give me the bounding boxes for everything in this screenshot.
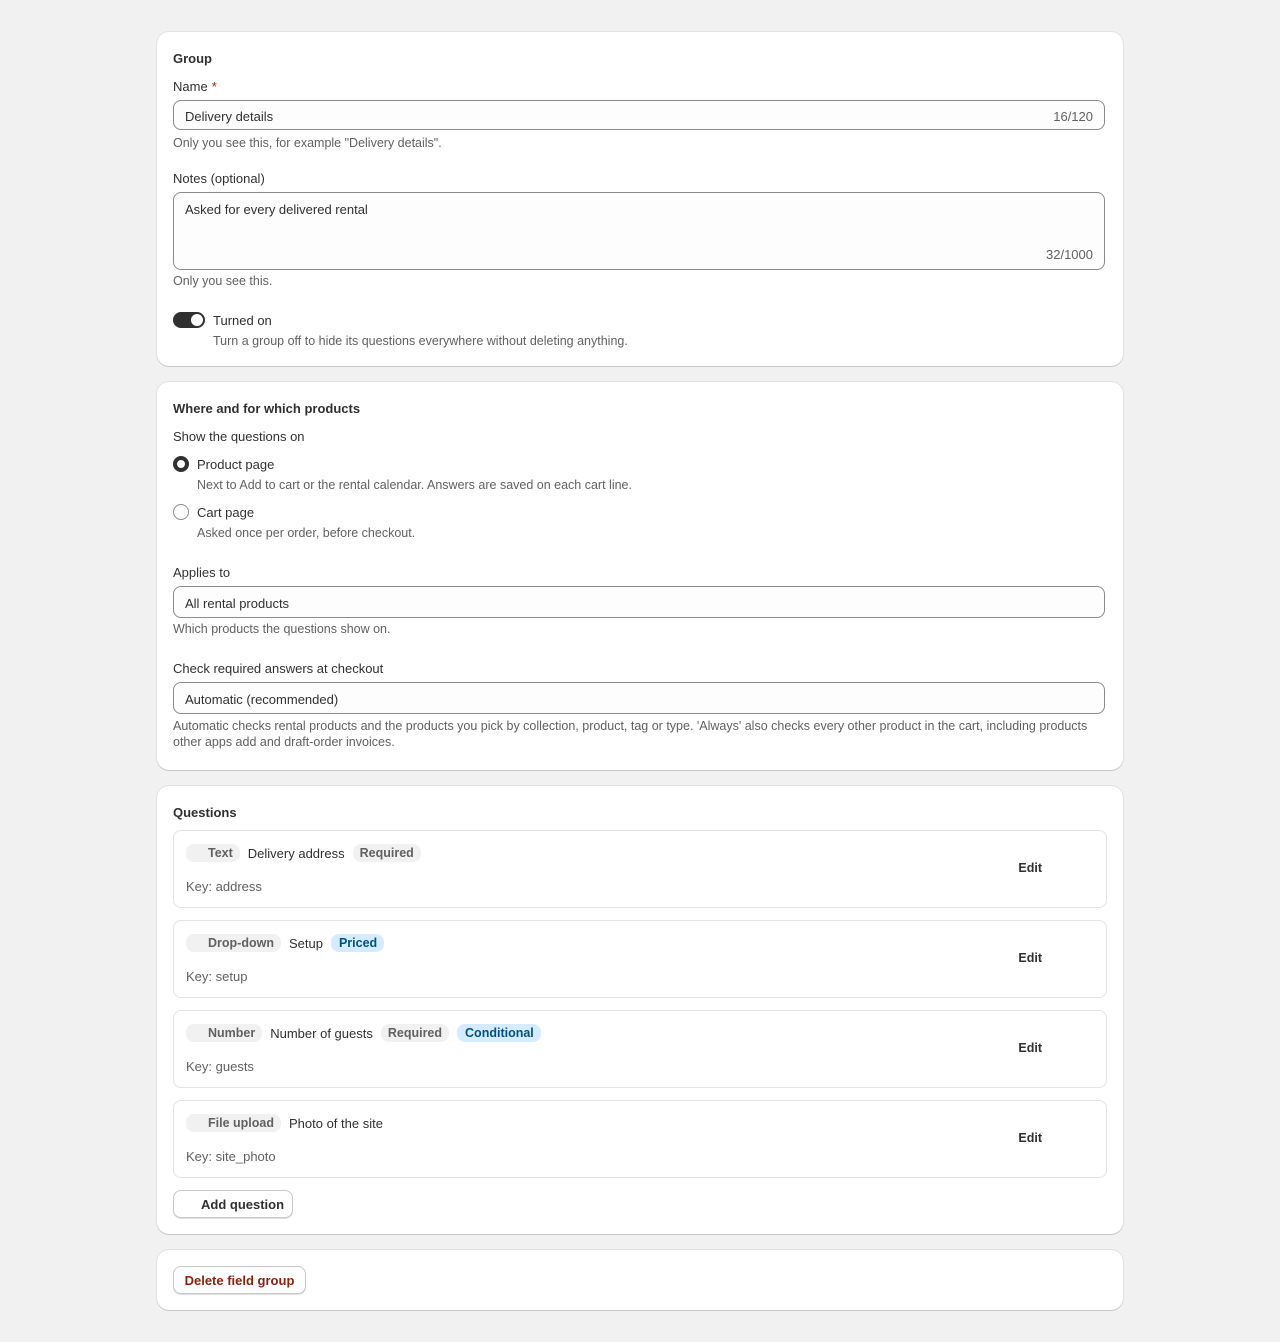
question-item-setup: Drop-down Setup Priced Key: setup Edit (173, 920, 1107, 998)
required-badge: Required (380, 1024, 450, 1042)
edit-button[interactable]: Edit (1018, 951, 1042, 965)
question-key: Key: address (186, 879, 262, 894)
question-item-site-photo: File upload Photo of the site Key: site_… (173, 1100, 1107, 1178)
show-on-label: Show the questions on (173, 429, 305, 444)
toggle-help: Turn a group off to hide its questions e… (213, 334, 628, 348)
required-badge: Required (352, 844, 421, 862)
add-question-label: Add question (201, 1196, 285, 1212)
radio-product-page[interactable] (173, 456, 189, 472)
notes-value: Asked for every delivered rental (185, 202, 368, 217)
required-mark: * (211, 79, 217, 94)
question-key: Key: setup (186, 969, 248, 984)
applies-to-help: Which products the questions show on. (173, 622, 391, 636)
delete-field-group-button[interactable]: Delete field group (173, 1266, 306, 1294)
where-heading: Where and for which products (173, 401, 361, 416)
toggle-label[interactable]: Turned on (213, 313, 272, 328)
toggle-knob (191, 314, 203, 326)
add-question-button[interactable]: Add question (173, 1190, 293, 1218)
question-item-address: Text Delivery address Required Key: addr… (173, 830, 1107, 908)
delete-label: Delete field group (184, 1272, 295, 1288)
where-card: Where and for which products Show the qu… (157, 382, 1123, 770)
question-row: File upload Photo of the site (186, 1114, 383, 1132)
page: Group Name * Delivery details 16/120 Only… (0, 0, 1280, 1342)
notes-help: Only you see this. (173, 274, 273, 288)
conditional-badge: Conditional (457, 1024, 541, 1042)
edit-button[interactable]: Edit (1018, 1131, 1042, 1145)
question-title: Photo of the site (288, 1115, 383, 1131)
group-toggle[interactable] (173, 312, 205, 328)
edit-button[interactable]: Edit (1018, 1041, 1042, 1055)
name-help: Only you see this, for example "Delivery… (173, 136, 442, 150)
name-input-value: Delivery details (185, 109, 274, 124)
question-row: Drop-down Setup Priced (186, 934, 385, 952)
product-page-label[interactable]: Product page (197, 457, 274, 472)
product-page-help: Next to Add to cart or the rental calend… (197, 478, 632, 492)
notes-char-count: 32/1000 (1046, 247, 1093, 262)
question-title: Delivery address (247, 845, 345, 861)
edit-button[interactable]: Edit (1018, 861, 1042, 875)
name-char-count: 16/120 (1053, 109, 1093, 124)
group-heading: Group (173, 51, 212, 66)
question-key: Key: guests (186, 1059, 254, 1074)
radio-cart-page[interactable] (173, 504, 189, 520)
priced-badge: Priced (330, 934, 385, 952)
check-required-value: Automatic (recommended) (185, 692, 339, 707)
type-badge: File upload (186, 1114, 281, 1132)
name-label-text: Name (173, 79, 208, 94)
type-badge: Drop-down (186, 934, 281, 952)
question-key: Key: site_photo (186, 1149, 276, 1164)
check-required-label: Check required answers at checkout (173, 661, 384, 676)
questions-heading: Questions (173, 805, 237, 820)
question-row: Number Number of guests Required Conditi… (186, 1024, 541, 1042)
applies-to-value: All rental products (185, 596, 290, 611)
cart-page-label[interactable]: Cart page (197, 505, 254, 520)
applies-to-select[interactable]: All rental products (173, 586, 1105, 618)
question-item-guests: Number Number of guests Required Conditi… (173, 1010, 1107, 1088)
cart-page-help: Asked once per order, before checkout. (197, 526, 416, 540)
question-title: Number of guests (270, 1025, 373, 1041)
type-badge: Text (186, 844, 240, 862)
notes-textarea[interactable]: Asked for every delivered rental 32/1000 (173, 192, 1105, 270)
group-card: Group Name * Delivery details 16/120 Only… (157, 32, 1123, 366)
applies-to-label: Applies to (173, 565, 231, 580)
danger-card: Delete field group (157, 1250, 1123, 1310)
check-required-select[interactable]: Automatic (recommended) (173, 682, 1105, 714)
check-required-help: Automatic checks rental products and the… (173, 719, 1088, 749)
notes-label: Notes (optional) (173, 171, 265, 186)
questions-card: Questions Text Delivery address Required… (157, 786, 1123, 1234)
name-input[interactable]: Delivery details 16/120 (173, 100, 1105, 130)
name-label: Name * (173, 79, 217, 94)
type-badge: Number (186, 1024, 263, 1042)
question-title: Setup (288, 935, 323, 951)
question-row: Text Delivery address Required (186, 844, 421, 862)
